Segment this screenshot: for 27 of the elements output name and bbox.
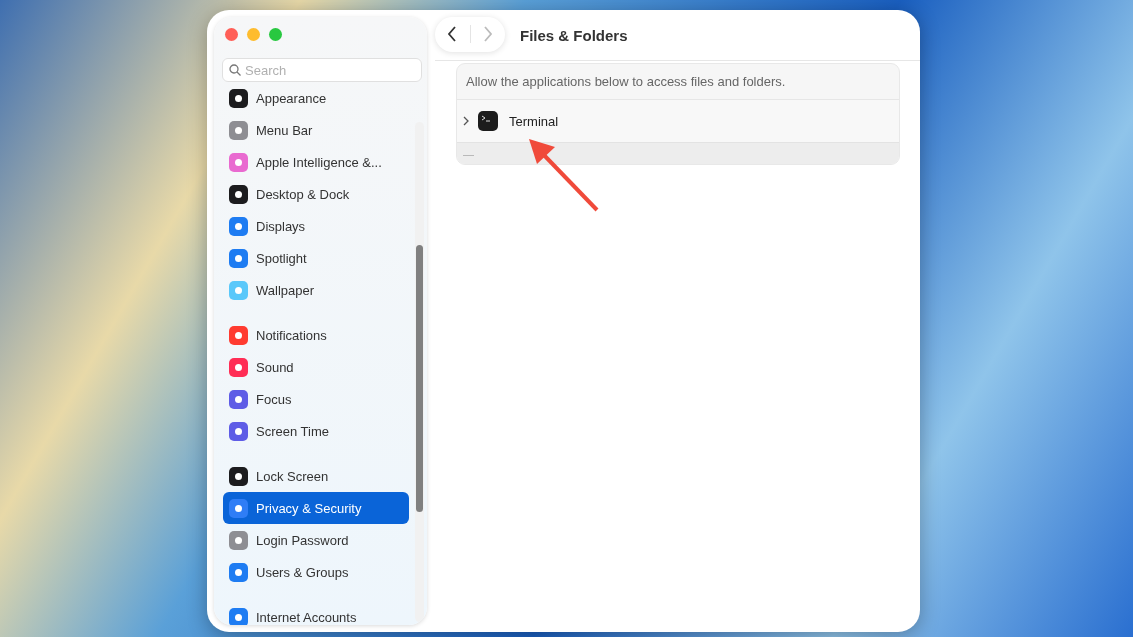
sidebar-item[interactable]: Wallpaper xyxy=(223,274,409,306)
sidebar-item[interactable]: Internet Accounts xyxy=(223,601,409,625)
sidebar-item[interactable]: Menu Bar xyxy=(223,114,409,146)
chevron-icon[interactable] xyxy=(462,116,470,126)
sidebar-item[interactable]: Focus xyxy=(223,383,409,415)
app-name: Terminal xyxy=(509,113,559,129)
window-title: Files & Folders xyxy=(520,26,628,44)
forward-chevron-icon xyxy=(482,26,493,42)
minimize-button[interactable] xyxy=(247,28,260,41)
sidebar-item[interactable]: Screen Time xyxy=(223,415,409,447)
sidebar-item[interactable]: Displays xyxy=(223,210,409,242)
sidebar-item[interactable]: Login Password xyxy=(223,524,409,556)
sidebar-item[interactable]: Apple Intelligence &... xyxy=(223,146,409,178)
zoom-button[interactable] xyxy=(269,28,282,41)
sidebar-item[interactable]: Appearance xyxy=(223,82,409,114)
sidebar-item[interactable]: Privacy & Security xyxy=(223,492,409,524)
sidebar-item[interactable]: Notifications xyxy=(223,319,409,351)
sidebar-item[interactable]: Lock Screen xyxy=(223,460,409,492)
sidebar-item[interactable]: Desktop & Dock xyxy=(223,178,409,210)
sidebar-item[interactable]: Sound xyxy=(223,351,409,383)
search-field[interactable]: Search xyxy=(222,58,422,82)
terminal-icon xyxy=(478,111,498,131)
close-button[interactable] xyxy=(225,28,238,41)
sidebar-item[interactable]: Spotlight xyxy=(223,242,409,274)
sidebar-item[interactable]: Users & Groups xyxy=(223,556,409,588)
back-chevron-icon xyxy=(447,26,458,42)
scrollbar[interactable] xyxy=(415,122,424,622)
